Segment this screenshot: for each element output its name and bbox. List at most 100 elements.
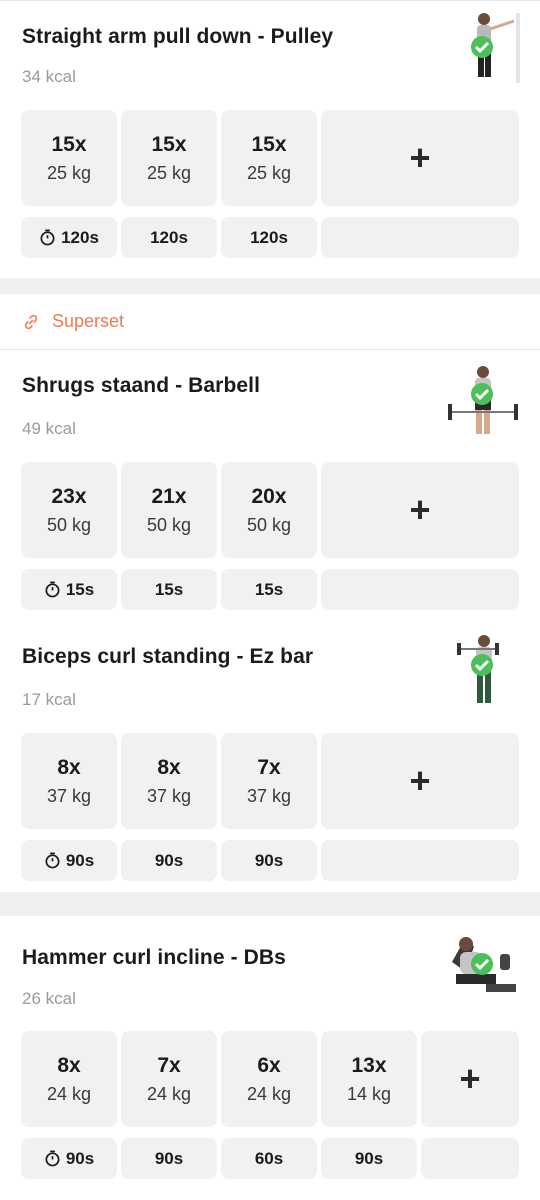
rest-value: 15s: [65, 579, 95, 599]
set-reps: 8x: [57, 755, 81, 779]
rest-tile[interactable]: 120s: [221, 217, 317, 258]
superset-label: Superset: [52, 311, 125, 331]
set-tile[interactable]: 7x 37 kg: [221, 733, 317, 829]
timer-icon: [45, 1150, 60, 1167]
rest-empty: [321, 840, 519, 881]
set-reps: 20x: [251, 484, 287, 508]
exercise-kcal: 17 kcal: [22, 690, 76, 709]
rest-tile[interactable]: 90s: [221, 840, 317, 881]
rest-row: 90s 90s 60s 90s: [21, 1138, 519, 1179]
rest-empty: [321, 217, 519, 258]
rest-value: 60s: [254, 1148, 284, 1168]
set-tile[interactable]: 15x 25 kg: [21, 110, 117, 206]
set-weight: 50 kg: [146, 514, 192, 535]
set-tile[interactable]: 8x 37 kg: [121, 733, 217, 829]
exercise-thumbnail[interactable]: [446, 932, 520, 1006]
set-weight: 37 kg: [146, 785, 192, 806]
set-reps: 6x: [257, 1053, 281, 1077]
set-weight: 24 kg: [46, 1083, 92, 1104]
superset-header[interactable]: Superset: [0, 294, 540, 350]
rest-value: 90s: [354, 1148, 384, 1168]
set-reps: 7x: [257, 755, 281, 779]
timer-icon: [45, 852, 60, 869]
set-tile[interactable]: 23x 50 kg: [21, 462, 117, 558]
set-tile[interactable]: 6x 24 kg: [221, 1031, 317, 1127]
set-reps: 15x: [151, 132, 187, 156]
set-weight: 50 kg: [46, 514, 92, 535]
add-set-button[interactable]: +: [421, 1031, 519, 1127]
set-weight: 25 kg: [146, 162, 192, 183]
exercise-thumbnail[interactable]: [446, 364, 520, 438]
set-reps: 8x: [57, 1053, 81, 1077]
set-tile[interactable]: 20x 50 kg: [221, 462, 317, 558]
exercise-card: Hammer curl incline - DBs 26 kcal 8x 24 …: [0, 916, 540, 1200]
set-weight: 50 kg: [246, 514, 292, 535]
superset-card: Superset Shrugs staand - Barbell 49 kcal…: [0, 294, 540, 892]
rest-value: 90s: [65, 850, 95, 870]
set-reps: 13x: [351, 1053, 387, 1077]
set-reps: 23x: [51, 484, 87, 508]
rest-tile[interactable]: 60s: [221, 1138, 317, 1179]
set-tile[interactable]: 8x 24 kg: [21, 1031, 117, 1127]
link-icon: [24, 314, 38, 329]
timer-icon: [45, 581, 60, 598]
set-tile[interactable]: 21x 50 kg: [121, 462, 217, 558]
set-tile[interactable]: 13x 14 kg: [321, 1031, 417, 1127]
exercise-title: Hammer curl incline - DBs: [22, 946, 286, 969]
rest-tile[interactable]: 90s: [21, 840, 117, 881]
rest-tile[interactable]: 90s: [121, 840, 217, 881]
rest-tile[interactable]: 90s: [321, 1138, 417, 1179]
set-weight: 24 kg: [246, 1083, 292, 1104]
rest-empty: [321, 569, 519, 610]
rest-value: 90s: [254, 850, 284, 870]
set-reps: 7x: [157, 1053, 181, 1077]
rest-value: 120s: [250, 227, 288, 247]
rest-value: 120s: [150, 227, 188, 247]
set-tile[interactable]: 8x 37 kg: [21, 733, 117, 829]
set-reps: 15x: [251, 132, 287, 156]
rest-value: 90s: [65, 1148, 95, 1168]
add-set-button[interactable]: +: [321, 462, 519, 558]
sets-row: 15x 25 kg 15x 25 kg 15x 25 kg +: [21, 110, 519, 206]
add-set-button[interactable]: +: [321, 110, 519, 206]
plus-icon: +: [409, 760, 431, 801]
rest-value: 90s: [154, 850, 184, 870]
rest-tile[interactable]: 15s: [221, 569, 317, 610]
set-tile[interactable]: 15x 25 kg: [121, 110, 217, 206]
set-reps: 15x: [51, 132, 87, 156]
rest-tile[interactable]: 120s: [21, 217, 117, 258]
rest-value: 90s: [154, 1148, 184, 1168]
sets-row: 8x 37 kg 8x 37 kg 7x 37 kg +: [21, 733, 519, 829]
exercise-thumbnail[interactable]: [448, 635, 522, 709]
add-set-button[interactable]: +: [321, 733, 519, 829]
set-weight: 37 kg: [246, 785, 292, 806]
set-reps: 21x: [151, 484, 187, 508]
exercise-title: Shrugs staand - Barbell: [22, 374, 261, 397]
rest-tile[interactable]: 120s: [121, 217, 217, 258]
rest-row: 120s 120s 120s: [21, 217, 519, 258]
set-tile[interactable]: 7x 24 kg: [121, 1031, 217, 1127]
set-weight: 25 kg: [46, 162, 92, 183]
exercise-title: Straight arm pull down - Pulley: [22, 25, 334, 48]
exercise-kcal: 26 kcal: [22, 989, 76, 1008]
exercise-kcal: 34 kcal: [22, 67, 76, 86]
rest-tile[interactable]: 15s: [21, 569, 117, 610]
exercise-thumbnail[interactable]: [450, 11, 524, 85]
rest-value: 15s: [154, 579, 184, 599]
exercise-card: Straight arm pull down - Pulley 34 kcal …: [0, 0, 540, 278]
set-tile[interactable]: 15x 25 kg: [221, 110, 317, 206]
plus-icon: +: [459, 1058, 481, 1099]
rest-row: 15s 15s 15s: [21, 569, 519, 610]
rest-tile[interactable]: 90s: [121, 1138, 217, 1179]
rest-tile[interactable]: 90s: [21, 1138, 117, 1179]
rest-row: 90s 90s 90s: [21, 840, 519, 881]
rest-tile[interactable]: 15s: [121, 569, 217, 610]
plus-icon: +: [409, 489, 431, 530]
sets-row: 23x 50 kg 21x 50 kg 20x 50 kg +: [21, 462, 519, 558]
exercise-title: Biceps curl standing - Ez bar: [22, 645, 314, 668]
sets-row: 8x 24 kg 7x 24 kg 6x 24 kg 13x 14 kg +: [21, 1031, 519, 1127]
exercise-kcal: 49 kcal: [22, 419, 76, 438]
set-weight: 37 kg: [46, 785, 92, 806]
set-weight: 24 kg: [146, 1083, 192, 1104]
plus-icon: +: [409, 137, 431, 178]
